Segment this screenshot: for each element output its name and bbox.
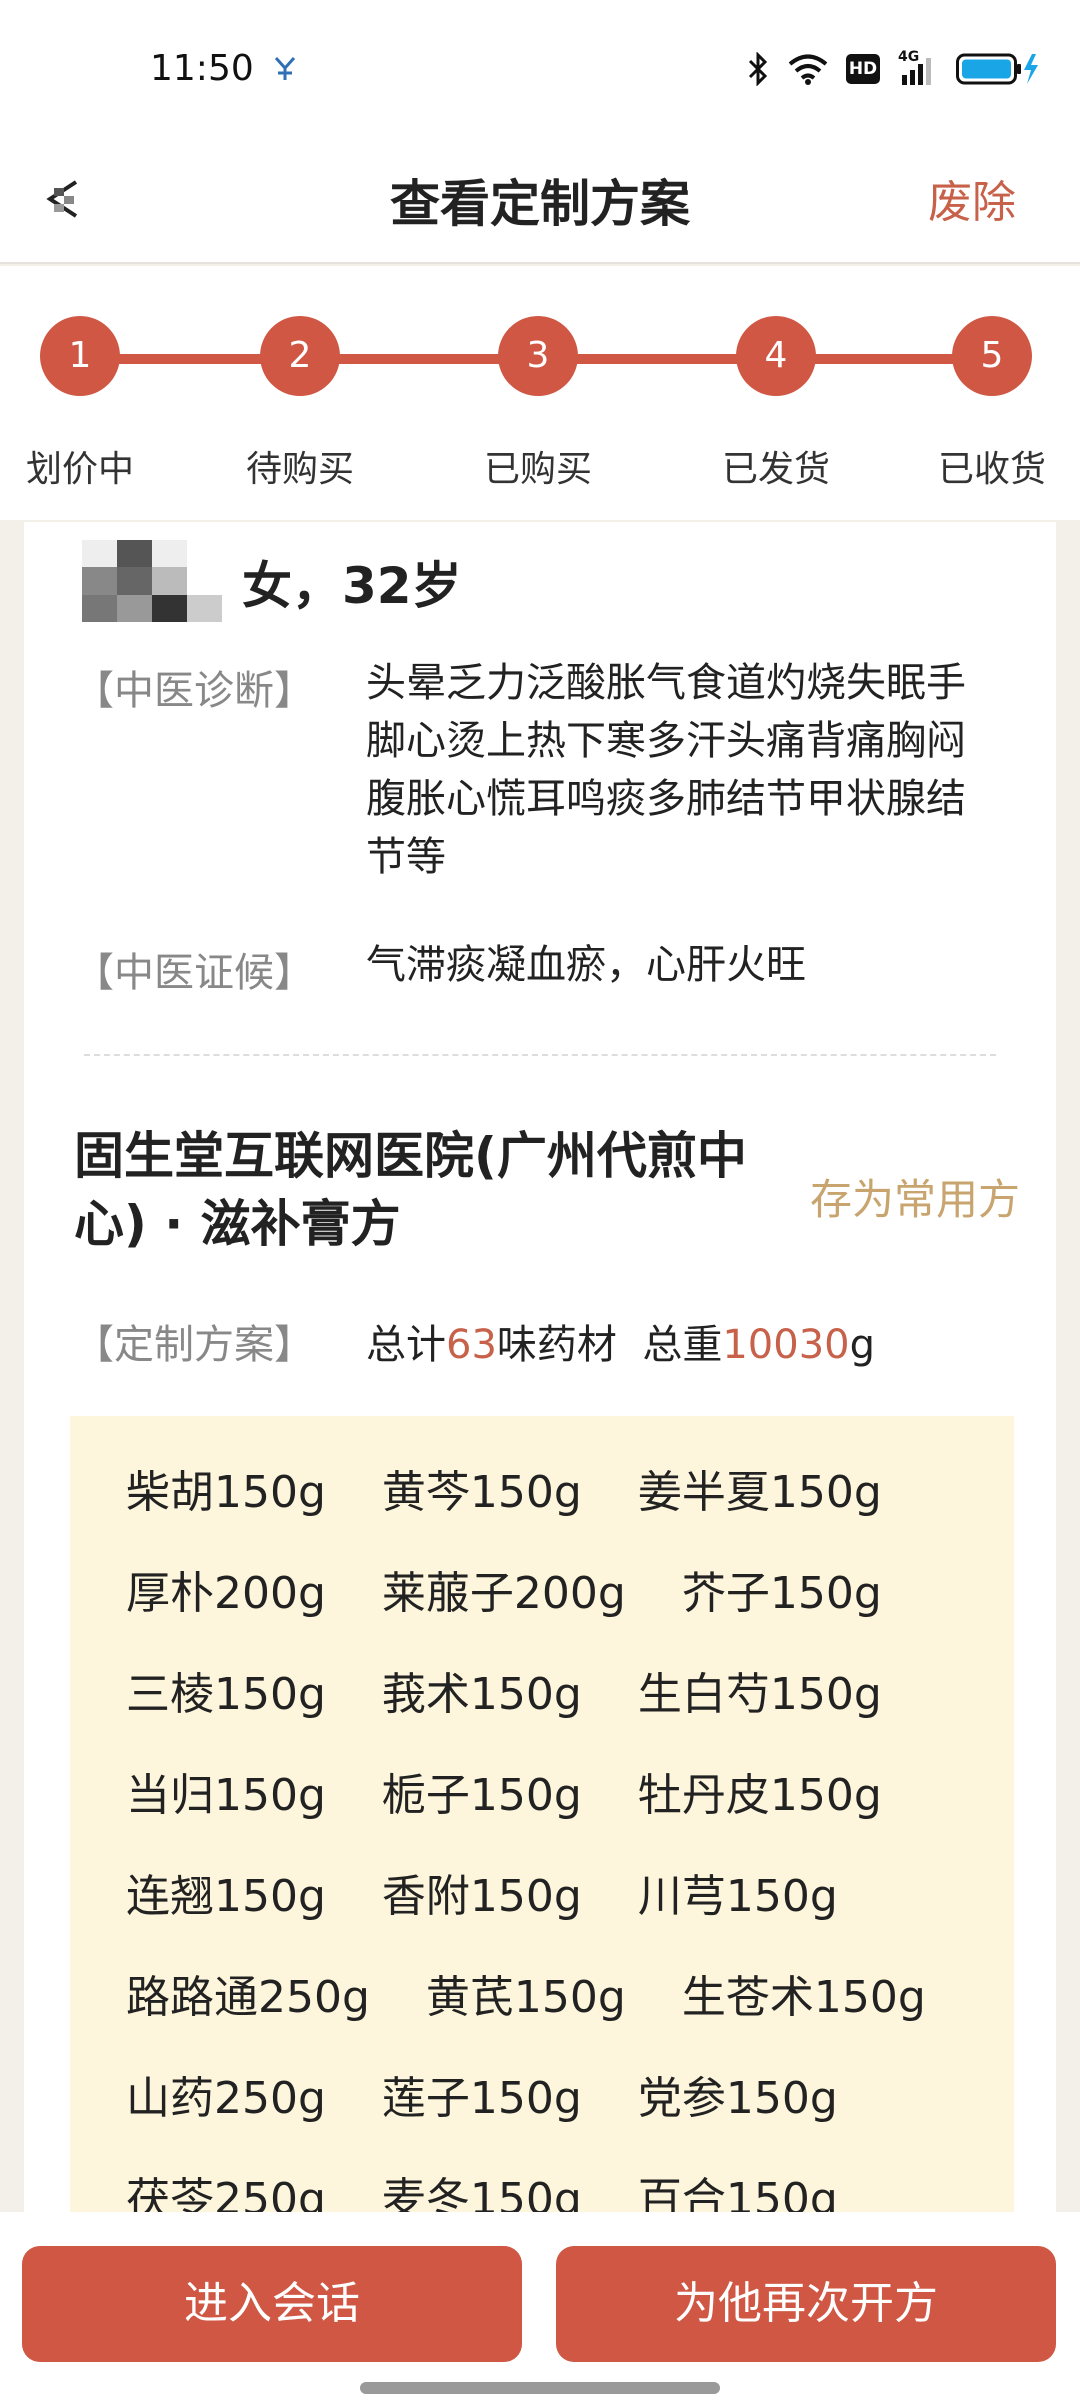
herb-row: 三棱150g 莪术150g 生白芍150g: [126, 1658, 1014, 1759]
network-activity-icon: [274, 56, 296, 80]
herb-row: 山药250g 莲子150g 党参150g: [126, 2062, 1014, 2163]
step-shipped: 4 已发货: [686, 316, 866, 492]
herb-item: 栀子150g: [381, 1770, 582, 1821]
herb-item: 莪术150g: [381, 1669, 582, 1720]
dashed-divider: [84, 1054, 996, 1056]
step-number: 3: [498, 316, 578, 396]
app-header: 查看定制方案 废除: [0, 140, 1080, 264]
total-weight: 10030: [722, 1322, 850, 1368]
prescription-card: 女，32岁 【中医诊断】 头晕乏力泛酸胀气食道灼烧失眠手脚心烫上热下寒多汗头痛背…: [24, 522, 1056, 2212]
step-purchased: 3 已购买: [448, 316, 628, 492]
step-label: 划价中: [25, 449, 134, 490]
weight-unit: g: [849, 1322, 875, 1368]
herb-item: 当归150g: [126, 1770, 326, 1821]
herb-item: 路路通250g: [126, 1972, 370, 2023]
wifi-icon: [788, 54, 828, 85]
herb-item: 牡丹皮150g: [637, 1770, 882, 1821]
herb-item: 党参150g: [637, 2073, 838, 2124]
herb-suffix: 味药材: [496, 1322, 617, 1368]
step-number: 5: [952, 316, 1032, 396]
status-time: 11:50: [150, 48, 254, 89]
step-label: 已收货: [937, 449, 1046, 490]
step-label: 已发货: [721, 449, 830, 490]
bluetooth-icon: [748, 52, 768, 86]
herb-count: 63: [446, 1322, 497, 1368]
hd-icon: HD: [846, 54, 880, 84]
herb-item: 姜半夏150g: [637, 1467, 882, 1518]
enter-chat-button[interactable]: 进入会话: [22, 2246, 522, 2362]
avatar: [82, 540, 222, 622]
battery-charging-icon: [956, 53, 1038, 85]
total-prefix: 总计: [366, 1322, 446, 1368]
herb-row: 当归150g 栀子150g 牡丹皮150g: [126, 1759, 1014, 1860]
herb-item: 香附150g: [381, 1871, 582, 1922]
step-label: 待购买: [245, 449, 354, 490]
herb-item: 莲子150g: [381, 2073, 582, 2124]
represcribe-button[interactable]: 为他再次开方: [556, 2246, 1056, 2362]
herb-item: 柴胡150g: [126, 1467, 326, 1518]
herb-row: 连翘150g 香附150g 川芎150g: [126, 1860, 1014, 1961]
home-indicator[interactable]: [360, 2382, 720, 2394]
herb-item: 厚朴200g: [126, 1568, 326, 1619]
4g-signal-icon: 4G: [898, 49, 938, 85]
plan-summary: 总计63味药材 总重10030g: [366, 1312, 875, 1370]
status-bar: 11:50 HD 4G: [0, 0, 1080, 140]
step-number: 1: [40, 316, 120, 396]
herb-item: 莱菔子200g: [381, 1568, 626, 1619]
step-label: 已购买: [483, 449, 592, 490]
herb-item: 茯苓250g: [126, 2174, 326, 2212]
step-received: 5 已收货: [902, 316, 1080, 492]
abolish-button[interactable]: 废除: [928, 166, 1016, 230]
herb-item: 黄芩150g: [381, 1467, 582, 1518]
herb-item: 山药250g: [126, 2073, 326, 2124]
provider-name: 固生堂互联网医院(广州代煎中心) · 滋补膏方: [74, 1127, 747, 1253]
herb-item: 百合150g: [637, 2174, 838, 2212]
bottom-action-bar: 进入会话 为他再次开方: [0, 2212, 1080, 2400]
herb-item: 生苍术150g: [681, 1972, 926, 2023]
herb-row: 柴胡150g 黄芩150g 姜半夏150g: [126, 1456, 1014, 1557]
plan-label: 【定制方案】: [74, 1322, 314, 1368]
herb-item: 麦冬150g: [381, 2174, 582, 2212]
herb-item: 三棱150g: [126, 1669, 326, 1720]
herb-list-panel: 柴胡150g 黄芩150g 姜半夏150g 厚朴200g 莱菔子200g 芥子1…: [70, 1416, 1014, 2212]
step-number: 4: [736, 316, 816, 396]
herb-row: 厚朴200g 莱菔子200g 芥子150g: [126, 1557, 1014, 1658]
save-as-common-button[interactable]: 存为常用方: [810, 1166, 1020, 1227]
diagnosis-label: 【中医诊断】: [74, 668, 314, 714]
order-progress-stepper: 1 划价中 2 待购买 3 已购买 4 已发货 5 已收货: [0, 266, 1080, 520]
syndrome-label: 【中医证候】: [74, 950, 314, 996]
herb-item: 芥子150g: [681, 1568, 882, 1619]
weight-prefix: 总重: [642, 1322, 723, 1368]
herb-item: 生白芍150g: [637, 1669, 882, 1720]
plan-label-row: 【定制方案】: [74, 1312, 314, 1370]
herb-item: 连翘150g: [126, 1871, 326, 1922]
patient-info: 女，32岁: [242, 557, 462, 615]
diagnosis-value: 头晕乏力泛酸胀气食道灼烧失眠手脚心烫上热下寒多汗头痛背痛胸闷腹胀心慌耳鸣痰多肺结…: [366, 660, 966, 880]
step-number: 2: [260, 316, 340, 396]
syndrome-value: 气滞痰凝血瘀，心肝火旺: [366, 942, 806, 988]
herb-row: 茯苓250g 麦冬150g 百合150g: [126, 2163, 1014, 2212]
herb-item: 川芎150g: [637, 1871, 838, 1922]
herb-row: 路路通250g 黄芪150g 生苍术150g: [126, 1961, 1014, 2062]
step-pending-purchase: 2 待购买: [210, 316, 390, 492]
page-title: 查看定制方案: [390, 175, 690, 233]
herb-item: 黄芪150g: [425, 1972, 626, 2023]
step-pricing: 1 划价中: [0, 316, 170, 492]
